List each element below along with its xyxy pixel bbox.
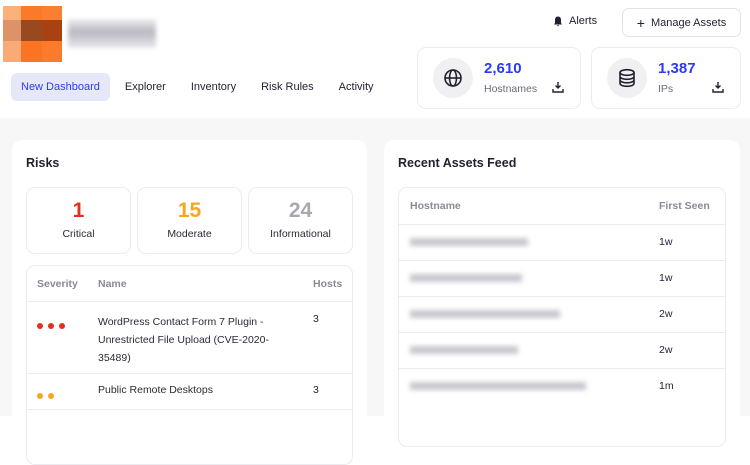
plus-icon: + bbox=[636, 14, 645, 31]
logo bbox=[3, 6, 62, 62]
nav-inventory[interactable]: Inventory bbox=[181, 73, 246, 101]
informational-count-card[interactable]: 24 Informational bbox=[248, 187, 353, 254]
table-row[interactable]: 1m bbox=[399, 368, 725, 404]
critical-count: 1 bbox=[72, 199, 85, 222]
feed-title: Recent Assets Feed bbox=[398, 156, 517, 170]
first-seen: 1w bbox=[659, 272, 673, 284]
hostnames-stat-card[interactable]: 2,610 Hostnames bbox=[417, 47, 581, 109]
main-nav: New Dashboard Explorer Inventory Risk Ru… bbox=[11, 73, 389, 101]
nav-new-dashboard[interactable]: New Dashboard bbox=[11, 73, 110, 101]
first-seen: 2w bbox=[659, 308, 673, 320]
table-row[interactable]: 1w bbox=[399, 224, 725, 260]
table-row[interactable]: 2w bbox=[399, 296, 725, 332]
critical-count-card[interactable]: 1 Critical bbox=[26, 187, 131, 254]
risk-hosts: 3 bbox=[313, 313, 319, 325]
col-hostname: Hostname bbox=[410, 200, 461, 212]
assets-table: Hostname First Seen 1w 1w 2w 2w 1m bbox=[398, 187, 726, 447]
ips-label: IPs bbox=[658, 83, 674, 95]
moderate-count-card[interactable]: 15 Moderate bbox=[137, 187, 242, 254]
ips-stat-card[interactable]: 1,387 IPs bbox=[591, 47, 741, 109]
severity-dots bbox=[37, 316, 70, 334]
org-name-redacted bbox=[68, 19, 156, 48]
informational-label: Informational bbox=[270, 228, 331, 240]
hostname-redacted bbox=[410, 310, 560, 318]
download-icon[interactable] bbox=[552, 81, 564, 93]
hostname-redacted bbox=[410, 382, 586, 390]
risks-table: Severity Name Hosts WordPress Contact Fo… bbox=[26, 265, 353, 465]
first-seen: 2w bbox=[659, 344, 673, 356]
risks-panel: Risks 1 Critical 15 Moderate 24 Informat… bbox=[12, 140, 367, 465]
moderate-label: Moderate bbox=[167, 228, 212, 240]
alerts-button[interactable]: Alerts bbox=[553, 15, 597, 27]
moderate-count: 15 bbox=[177, 199, 202, 222]
col-severity: Severity bbox=[37, 278, 78, 290]
globe-icon bbox=[433, 58, 473, 98]
nav-activity[interactable]: Activity bbox=[329, 73, 384, 101]
hostnames-label: Hostnames bbox=[484, 83, 538, 95]
critical-label: Critical bbox=[62, 228, 95, 240]
nav-explorer[interactable]: Explorer bbox=[115, 73, 176, 101]
severity-dots bbox=[37, 386, 59, 404]
col-first-seen: First Seen bbox=[659, 200, 710, 212]
col-hosts: Hosts bbox=[313, 278, 343, 290]
manage-assets-button[interactable]: + Manage Assets bbox=[622, 8, 741, 37]
recent-assets-panel: Recent Assets Feed Hostname First Seen 1… bbox=[384, 140, 740, 447]
download-icon[interactable] bbox=[712, 81, 724, 93]
manage-assets-label: Manage Assets bbox=[650, 16, 727, 29]
informational-count: 24 bbox=[288, 199, 313, 222]
risks-title: Risks bbox=[26, 156, 60, 170]
alerts-label: Alerts bbox=[569, 15, 598, 27]
hostnames-count: 2,610 bbox=[484, 60, 522, 77]
database-icon bbox=[607, 58, 647, 98]
nav-risk-rules[interactable]: Risk Rules bbox=[251, 73, 324, 101]
table-row[interactable]: Public Remote Desktops 3 bbox=[27, 373, 352, 409]
risk-name: Public Remote Desktops bbox=[98, 384, 213, 396]
table-row[interactable]: 2w bbox=[399, 332, 725, 368]
risk-hosts: 3 bbox=[313, 384, 319, 396]
hostname-redacted bbox=[410, 274, 522, 282]
ips-count: 1,387 bbox=[658, 60, 696, 77]
risk-name: WordPress Contact Form 7 Plugin - Unrest… bbox=[98, 316, 269, 364]
hostname-redacted bbox=[410, 346, 518, 354]
col-name: Name bbox=[98, 278, 127, 290]
hostname-redacted bbox=[410, 238, 528, 246]
table-row bbox=[27, 409, 352, 449]
first-seen: 1w bbox=[659, 236, 673, 248]
first-seen: 1m bbox=[659, 380, 674, 392]
table-row[interactable]: 1w bbox=[399, 260, 725, 296]
table-row[interactable]: WordPress Contact Form 7 Plugin - Unrest… bbox=[27, 301, 352, 373]
bell-icon bbox=[554, 16, 562, 26]
